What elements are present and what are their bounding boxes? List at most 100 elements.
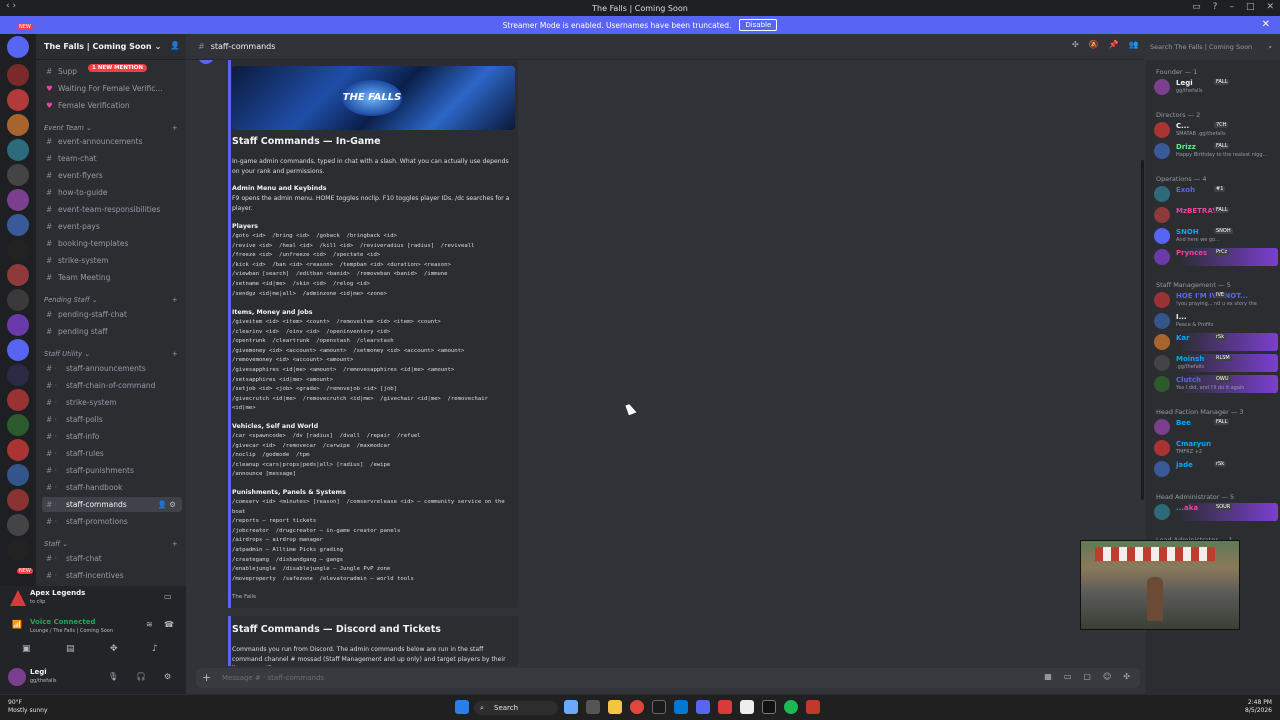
app-icon[interactable] <box>652 700 666 714</box>
server-icon[interactable] <box>7 414 29 436</box>
sticker-icon[interactable]: ▢ <box>1083 672 1091 681</box>
avatar[interactable] <box>1154 376 1170 392</box>
search-input[interactable]: Search The Falls | Coming Soon ⌕ <box>1150 40 1276 54</box>
voice-location[interactable]: Lounge / The Falls | Coming Soon <box>30 628 113 634</box>
channel-item[interactable]: # booking-templates <box>42 236 182 251</box>
category-pending-staff[interactable]: Pending Staff ⌄ + <box>44 296 178 304</box>
channel-item[interactable]: # · staff-punishments <box>42 463 182 478</box>
app-icon[interactable] <box>718 700 732 714</box>
clip-icon[interactable]: ▭ <box>164 592 172 601</box>
channel-item[interactable]: # · staff-polls <box>42 412 182 427</box>
inbox-icon[interactable]: ▭ <box>1192 2 1201 12</box>
minimize-icon[interactable]: – <box>1229 2 1234 12</box>
add-channel-icon[interactable]: + <box>172 296 178 304</box>
category-staff-utility[interactable]: Staff Utility ⌄ + <box>44 350 178 358</box>
disconnect-icon[interactable]: ☎ <box>164 620 174 629</box>
weather-widget[interactable]: 90°F Mostly sunny <box>8 699 48 715</box>
avatar[interactable] <box>1154 355 1170 371</box>
disable-button[interactable]: Disable <box>739 19 778 31</box>
channel-item[interactable]: # event-flyers <box>42 168 182 183</box>
gif-icon[interactable]: ▭ <box>1064 672 1072 681</box>
channel-item[interactable]: # · staff-chat <box>42 551 182 566</box>
add-attachment-icon[interactable]: + <box>202 671 211 684</box>
channel-item[interactable]: # pending-staff-chat <box>42 307 182 322</box>
channel-female-verification[interactable]: ♥ Female Verification <box>42 98 182 113</box>
home-icon[interactable] <box>7 36 29 58</box>
server-icon[interactable] <box>7 389 29 411</box>
server-icon[interactable] <box>7 164 29 186</box>
channel-item[interactable]: # event-announcements <box>42 134 182 149</box>
settings-gear-icon[interactable]: ⚙ <box>164 672 171 681</box>
back-icon[interactable]: ‹ › <box>6 1 16 11</box>
game-video-overlay[interactable] <box>1080 540 1240 630</box>
avatar[interactable] <box>1154 186 1170 202</box>
channel-item[interactable]: # strike-system <box>42 253 182 268</box>
server-icon[interactable] <box>7 114 29 136</box>
server-header[interactable]: The Falls | Coming Soon ⌄ 👤 <box>36 34 186 60</box>
member-row[interactable]: Kar rSk <box>1154 333 1278 351</box>
message-input[interactable]: + Message # · staff-commands ▦ ▭ ▢ ☺ ✣ <box>196 668 1140 688</box>
emoji-icon[interactable]: ☺ <box>1103 672 1111 681</box>
folder-icon[interactable] <box>608 700 622 714</box>
pin-icon[interactable]: 📌 <box>1109 40 1119 49</box>
avatar[interactable] <box>1154 207 1170 223</box>
channel-item[interactable]: # event-team-responsibilities <box>42 202 182 217</box>
server-icon[interactable] <box>7 489 29 511</box>
app-icon[interactable] <box>674 700 688 714</box>
app-icon[interactable] <box>740 700 754 714</box>
windows-start-icon[interactable] <box>455 700 469 714</box>
member-row[interactable]: Moinsh RLSM .gg/thefalls <box>1154 354 1278 372</box>
server-icon[interactable] <box>7 214 29 236</box>
channel-item[interactable]: # Team Meeting <box>42 270 182 285</box>
channel-item[interactable]: # · staff-promotions <box>42 514 182 529</box>
channel-item[interactable]: # · staff-chain-of-command <box>42 378 182 393</box>
apps-icon[interactable]: ✣ <box>1123 672 1130 681</box>
noise-suppression-icon[interactable]: ≋ <box>146 620 153 629</box>
server-icon[interactable] <box>7 464 29 486</box>
member-row[interactable]: C... 7CH SMATAB .gg/thefalls <box>1154 121 1278 139</box>
app-icon[interactable] <box>564 700 578 714</box>
members-icon[interactable]: 👥 <box>1129 40 1139 49</box>
channel-item[interactable]: # · staff-incentives <box>42 568 182 583</box>
server-icon[interactable] <box>7 89 29 111</box>
member-row[interactable]: MzBETRAYAL FALL <box>1154 206 1278 224</box>
avatar[interactable] <box>1154 334 1170 350</box>
server-icon[interactable] <box>7 264 29 286</box>
clock[interactable]: 2:48 PM 8/5/2026 <box>1245 699 1272 715</box>
channel-supp[interactable]: # Supp <box>42 64 182 79</box>
channel-waiting-verification[interactable]: ♥ Waiting For Female Verific... <box>42 81 182 96</box>
discord-icon[interactable] <box>696 700 710 714</box>
screen-share-icon[interactable]: ▤ <box>66 644 75 654</box>
avatar[interactable] <box>1154 440 1170 456</box>
close-icon[interactable]: ✕ <box>1266 2 1274 12</box>
member-row[interactable]: Clutch OWU Yes I did, and I'll do it again <box>1154 375 1278 393</box>
maximize-icon[interactable]: □ <box>1246 2 1255 12</box>
chrome-icon[interactable] <box>630 700 644 714</box>
avatar[interactable] <box>1154 122 1170 138</box>
avatar[interactable] <box>1154 79 1170 95</box>
server-icon[interactable] <box>7 189 29 211</box>
settings-gear-icon[interactable]: 👤 ⚙ <box>158 500 176 509</box>
avatar[interactable] <box>1154 419 1170 435</box>
server-icon[interactable] <box>7 514 29 536</box>
avatar[interactable] <box>198 60 214 64</box>
apex-icon[interactable] <box>806 700 820 714</box>
channel-item[interactable]: # how-to-guide <box>42 185 182 200</box>
avatar[interactable] <box>1154 504 1170 520</box>
channel-item[interactable]: # team-chat <box>42 151 182 166</box>
channel-item[interactable]: # · staff-announcements <box>42 361 182 376</box>
activities-icon[interactable]: ✥ <box>110 644 118 654</box>
category-staff[interactable]: Staff ⌄ + <box>44 540 178 548</box>
member-row[interactable]: SNOH SNOH And here we go... <box>1154 227 1278 245</box>
avatar[interactable] <box>1154 228 1170 244</box>
server-icon[interactable] <box>7 339 29 361</box>
member-row[interactable]: Exoh #1 <box>1154 185 1278 203</box>
member-row[interactable]: jade rSk <box>1154 460 1278 478</box>
server-icon[interactable] <box>7 239 29 261</box>
headphones-icon[interactable]: 🎧 <box>136 672 146 681</box>
embed-banner-image[interactable]: THE FALLS <box>232 66 515 130</box>
member-row[interactable]: Cmaryun TMFRZ +2 <box>1154 439 1278 457</box>
channel-item[interactable]: # · staff-info <box>42 429 182 444</box>
soundboard-icon[interactable]: ♪ <box>152 644 158 654</box>
category-event-team[interactable]: Event Team ⌄ + <box>44 124 178 132</box>
